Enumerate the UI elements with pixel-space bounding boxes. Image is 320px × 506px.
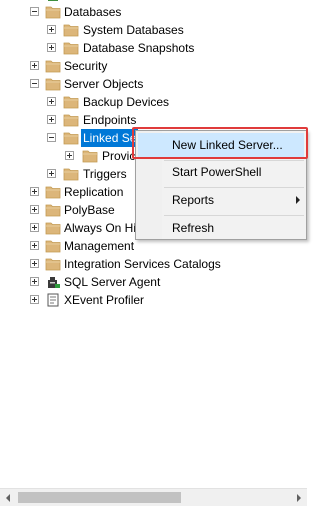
- folder-icon: [63, 131, 79, 145]
- folder-icon: [45, 203, 61, 217]
- menu-item-label: Reports: [172, 193, 215, 207]
- expand-toggle[interactable]: [30, 277, 39, 286]
- menu-item-label: Refresh: [172, 221, 215, 235]
- tree-node-label: Triggers: [83, 167, 127, 181]
- folder-icon: [82, 149, 98, 163]
- collapse-toggle[interactable]: [47, 133, 56, 142]
- tree-node-label: Always On Hi: [64, 221, 137, 235]
- folder-icon: [45, 59, 61, 73]
- object-explorer-tree: Databases System Databases Database Snap…: [0, 0, 307, 488]
- expand-toggle[interactable]: [47, 97, 56, 106]
- tree-node-label: Integration Services Catalogs: [64, 257, 221, 271]
- tree-node-label: Database Snapshots: [83, 41, 195, 55]
- tree-node-label: Security: [64, 59, 108, 73]
- folder-icon: [45, 257, 61, 271]
- horizontal-scrollbar[interactable]: [0, 488, 307, 506]
- collapse-toggle[interactable]: [30, 7, 39, 16]
- tree-node-label: System Databases: [83, 23, 184, 37]
- scroll-right-arrow-icon[interactable]: [290, 489, 307, 506]
- folder-icon: [63, 23, 79, 37]
- tree-node-label: Endpoints: [83, 113, 137, 127]
- folder-icon: [45, 185, 61, 199]
- expand-toggle[interactable]: [30, 61, 39, 70]
- expand-toggle[interactable]: [30, 187, 39, 196]
- tree-node-label: Replication: [64, 185, 124, 199]
- tree-node-label: Management: [64, 239, 135, 253]
- expand-toggle[interactable]: [47, 43, 56, 52]
- tree-node-label: SQL Server Agent: [64, 275, 161, 289]
- tree-node-label-selected: Linked Se: [81, 129, 139, 147]
- folder-icon: [63, 167, 79, 181]
- expand-toggle[interactable]: [30, 223, 39, 232]
- tree-node-label: Databases: [64, 5, 122, 19]
- profiler-icon: [47, 293, 59, 307]
- menu-item-label: Start PowerShell: [172, 165, 262, 179]
- tree-node-label: PolyBase: [64, 203, 115, 217]
- scroll-left-arrow-icon[interactable]: [0, 489, 17, 506]
- folder-icon: [63, 95, 79, 109]
- tree-node-label: XEvent Profiler: [64, 293, 145, 307]
- scrollbar-thumb[interactable]: [18, 492, 181, 503]
- folder-icon: [45, 221, 61, 235]
- expand-toggle[interactable]: [47, 115, 56, 124]
- expand-toggle[interactable]: [30, 205, 39, 214]
- menu-item-start-powershell[interactable]: Start PowerShell: [138, 160, 304, 184]
- server-icon-fragment: [48, 0, 58, 1]
- folder-icon: [63, 41, 79, 55]
- submenu-arrow-icon: [296, 196, 300, 204]
- tree-node-label: Backup Devices: [83, 95, 170, 109]
- expand-toggle[interactable]: [47, 25, 56, 34]
- expand-toggle[interactable]: [65, 151, 74, 160]
- tree-node-label: Server Objects: [64, 77, 144, 91]
- menu-item-refresh[interactable]: Refresh: [138, 216, 304, 240]
- expand-toggle[interactable]: [30, 259, 39, 268]
- folder-icon: [45, 239, 61, 253]
- expand-toggle[interactable]: [30, 295, 39, 304]
- expand-toggle[interactable]: [30, 241, 39, 250]
- sql-agent-icon: [48, 277, 60, 288]
- folder-icon: [63, 113, 79, 127]
- menu-item-reports[interactable]: Reports: [138, 188, 304, 212]
- collapse-toggle[interactable]: [30, 79, 39, 88]
- annotation-highlight-box: [132, 127, 308, 159]
- folder-icon: [45, 77, 61, 91]
- expand-toggle[interactable]: [47, 169, 56, 178]
- folder-icon: [45, 5, 61, 19]
